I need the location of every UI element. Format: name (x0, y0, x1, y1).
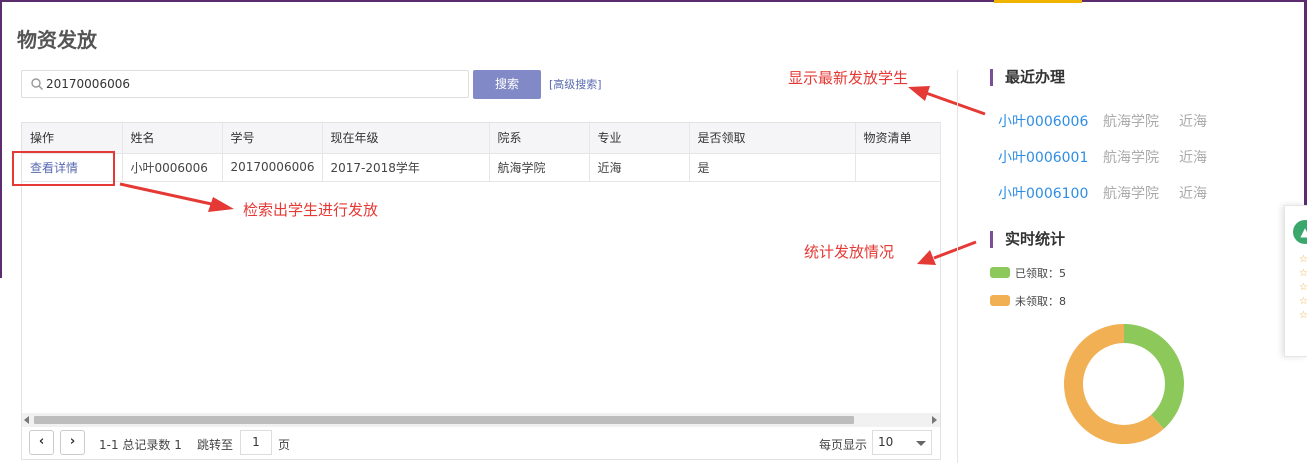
col-header-action: 操作 (22, 123, 123, 154)
search-icon (31, 78, 43, 90)
legend-label-received: 已领取：5 (1015, 267, 1066, 280)
panel-divider (957, 70, 958, 463)
chevron-left-icon: ‹ (38, 434, 45, 449)
chevron-right-icon: › (69, 434, 76, 449)
student-table: 操作 姓名 学号 现在年级 院系 专业 是否领取 物资清单 查看详情 小叶000… (21, 122, 941, 460)
annotation-recent-hint: 显示最新发放学生 (788, 69, 909, 87)
scroll-right-arrow-icon[interactable] (932, 416, 937, 424)
recent-item-major: 近海 (1179, 186, 1207, 202)
highlight-box (12, 151, 115, 186)
record-summary: 1-1 总记录数 1 (99, 438, 182, 452)
star-icon: ☆ (1299, 254, 1307, 265)
legend-received: 已领取：5 (990, 265, 1066, 281)
cell-list (855, 153, 941, 182)
annotation-search-hint: 检索出学生进行发放 (243, 201, 379, 219)
stats-donut-chart (1064, 324, 1184, 444)
page-title: 物资发放 (17, 28, 97, 52)
scroll-left-arrow-icon[interactable] (24, 416, 29, 424)
per-page-select[interactable]: 10 (872, 430, 932, 455)
col-header-list: 物资清单 (855, 123, 941, 154)
table-row: 查看详情 小叶0006006 20170006006 2017-2018学年 航… (22, 153, 941, 182)
col-header-id: 学号 (222, 123, 323, 154)
search-input[interactable] (46, 71, 464, 97)
page-unit-label: 页 (278, 438, 291, 452)
legend-unreceived: 未领取：8 (990, 293, 1066, 309)
recent-item-dept: 航海学院 (1103, 114, 1159, 130)
recent-item-name[interactable]: 小叶0006006 (998, 114, 1088, 130)
chevron-down-icon (916, 441, 926, 446)
scrollbar-thumb[interactable] (34, 416, 854, 424)
top-bar-accent (994, 0, 1082, 3)
star-icon: ☆ (1299, 310, 1307, 321)
cell-grade: 2017-2018学年 (322, 153, 490, 182)
per-page-label: 每页显示 (819, 438, 868, 452)
recent-item-major: 近海 (1179, 114, 1207, 130)
arrow-to-recent (908, 86, 986, 116)
col-header-major: 专业 (589, 123, 690, 154)
search-box[interactable] (21, 70, 469, 98)
advanced-search-link[interactable]: [高级搜索] (549, 76, 602, 92)
star-icon: ☆ (1299, 296, 1307, 307)
pagination: ‹ › 1-1 总记录数 1 跳转至 1 页 每页显示 10 (22, 428, 940, 460)
recent-item-name[interactable]: 小叶0006100 (998, 186, 1088, 202)
top-bar (0, 0, 1307, 2)
col-header-received: 是否领取 (689, 123, 856, 154)
legend-swatch-unreceived (990, 295, 1010, 306)
cell-name: 小叶0006006 (122, 153, 223, 182)
jump-label: 跳转至 (197, 438, 234, 452)
prev-page-button[interactable]: ‹ (29, 430, 54, 455)
recent-item-major: 近海 (1179, 150, 1207, 166)
cell-dept: 航海学院 (489, 153, 590, 182)
search-button[interactable]: 搜索 (473, 70, 541, 99)
badge-icon[interactable]: ▲ (1293, 220, 1307, 244)
horizontal-scrollbar[interactable] (22, 413, 940, 427)
star-icon: ☆ (1299, 268, 1307, 279)
next-page-button[interactable]: › (60, 430, 85, 455)
recent-item-name[interactable]: 小叶0006001 (998, 150, 1088, 166)
recent-title: 最近办理 (990, 69, 1065, 86)
annotation-stats-hint: 统计发放情况 (804, 243, 895, 261)
legend-label-unreceived: 未领取：8 (1015, 295, 1066, 308)
stats-title: 实时统计 (990, 231, 1065, 248)
col-header-dept: 院系 (489, 123, 590, 154)
legend-swatch-received (990, 267, 1010, 278)
recent-item[interactable]: 小叶0006001 航海学院 近海 (998, 147, 1207, 167)
col-header-name: 姓名 (122, 123, 223, 154)
table-header-row: 操作 姓名 学号 现在年级 院系 专业 是否领取 物资清单 (22, 123, 941, 154)
cell-received: 是 (689, 153, 856, 182)
recent-item[interactable]: 小叶0006006 航海学院 近海 (998, 111, 1207, 131)
recent-item-dept: 航海学院 (1103, 186, 1159, 202)
left-frame-edge (0, 0, 2, 278)
floating-side-panel[interactable]: ▲ ☆ ☆ ☆ ☆ ☆ (1284, 205, 1307, 357)
per-page-value: 10 (878, 435, 894, 449)
col-header-grade: 现在年级 (322, 123, 490, 154)
cell-id: 20170006006 (222, 153, 323, 182)
donut-slice-received (1124, 324, 1184, 429)
cell-major: 近海 (589, 153, 690, 182)
recent-item-dept: 航海学院 (1103, 150, 1159, 166)
page-number-input[interactable]: 1 (240, 430, 272, 455)
recent-item[interactable]: 小叶0006100 航海学院 近海 (998, 183, 1207, 203)
star-icon: ☆ (1299, 282, 1307, 293)
